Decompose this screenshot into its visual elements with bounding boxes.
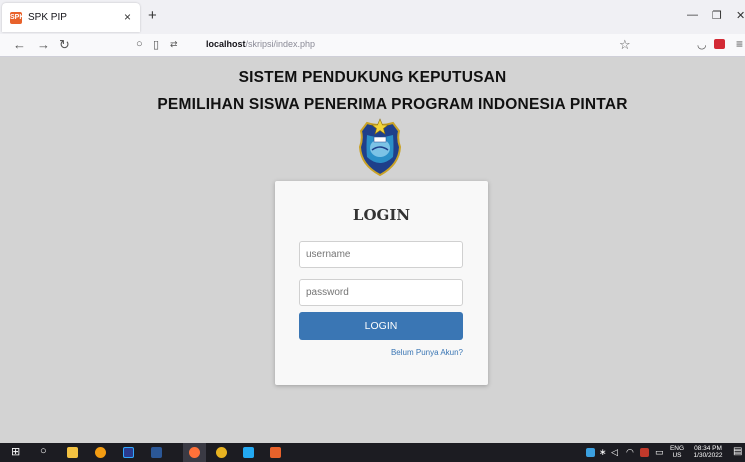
permissions-icon[interactable]: ⇄ (170, 39, 178, 50)
login-card: LOGIN LOGIN Belum Punya Akun? (275, 181, 488, 385)
battery-icon[interactable]: ▭ (655, 447, 664, 458)
photoshop-icon[interactable] (123, 447, 134, 458)
search-icon[interactable]: ○ (40, 445, 47, 457)
vscode-icon[interactable] (243, 447, 254, 458)
forward-arrow-icon[interactable]: → (37, 37, 50, 52)
page-title-line1: SISTEM PENDUKUNG KEPUTUSAN (238, 69, 507, 86)
tab-favicon-icon: SPK (10, 12, 24, 24)
notification-icon[interactable]: ▤ (733, 446, 742, 457)
browser-tab-strip: SPK SPK PIP × + — ❐ ✕ (0, 0, 745, 34)
region-code: US (672, 452, 682, 459)
clock-time: 08:34 PM (694, 445, 722, 452)
url-path: /skripsi/index.php (245, 39, 316, 49)
xampp-icon[interactable] (95, 447, 106, 458)
username-input[interactable] (299, 241, 463, 268)
tab-close-icon[interactable]: × (124, 10, 131, 24)
extension-icon[interactable] (714, 39, 725, 49)
register-link[interactable]: Belum Punya Akun? (275, 348, 463, 357)
pocket-icon[interactable]: ◡ (697, 38, 707, 51)
page-info-icon[interactable]: ▯ (153, 38, 159, 51)
login-heading: LOGIN (352, 206, 411, 224)
school-emblem-logo (358, 118, 402, 177)
tray-antivirus-icon[interactable] (640, 448, 649, 457)
clock[interactable]: 08:34 PM 1/30/2022 (690, 445, 726, 459)
tab-title: SPK PIP (28, 12, 67, 23)
file-explorer-icon[interactable] (67, 447, 78, 458)
language-code: ENG (669, 445, 685, 452)
wifi-icon[interactable]: ◠ (626, 447, 634, 458)
windows-start-icon[interactable]: ⊞ (11, 445, 20, 458)
input-language[interactable]: ENG US (668, 445, 686, 459)
sublime-icon[interactable] (270, 447, 281, 458)
browser-navigation-bar: ← → ↻ ○ ▯ ⇄ localhost/skripsi/index.php … (0, 34, 745, 57)
clock-date: 1/30/2022 (693, 452, 723, 459)
url-host: localhost (206, 39, 246, 49)
bookmark-star-icon[interactable]: ☆ (619, 37, 631, 53)
volume-icon[interactable]: ◁ (611, 447, 618, 458)
tray-app-icon[interactable] (586, 448, 595, 457)
back-arrow-icon[interactable]: ← (13, 37, 26, 52)
windows-taskbar: ⊞ ○ ∗ ◁ ◠ ▭ ENG US 08:34 PM 1/30/2022 ▤ (0, 443, 745, 462)
new-tab-button[interactable]: + (148, 7, 157, 24)
tracking-shield-icon[interactable]: ○ (136, 38, 143, 50)
page-title-line2: PEMILIHAN SISWA PENERIMA PROGRAM INDONES… (157, 96, 628, 113)
page-content: SISTEM PENDUKUNG KEPUTUSAN PEMILIHAN SIS… (0, 57, 745, 443)
login-button[interactable]: LOGIN (299, 312, 463, 340)
app-menu-icon[interactable]: ≡ (736, 37, 743, 51)
minimize-window-button[interactable]: — (687, 9, 698, 21)
bluetooth-icon[interactable]: ∗ (599, 447, 607, 458)
close-window-button[interactable]: ✕ (736, 9, 745, 22)
firefox-icon[interactable] (189, 447, 200, 458)
chrome-icon[interactable] (216, 447, 227, 458)
reload-icon[interactable]: ↻ (59, 37, 70, 53)
restore-window-button[interactable]: ❐ (712, 9, 722, 22)
browser-tab[interactable]: SPK SPK PIP × (2, 3, 140, 32)
password-input[interactable] (299, 279, 463, 306)
word-icon[interactable] (151, 447, 162, 458)
address-bar-url[interactable]: localhost/skripsi/index.php (206, 39, 315, 49)
